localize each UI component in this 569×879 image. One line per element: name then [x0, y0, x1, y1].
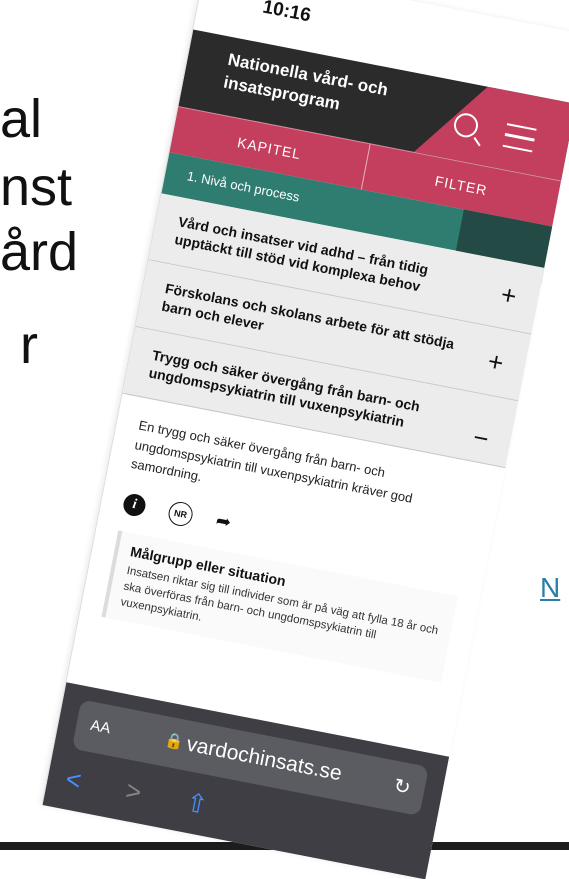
level-label: 1. Nivå och process: [185, 168, 301, 205]
phone-screen: 10:16 Nationella vård- och insatsprogram…: [41, 0, 569, 879]
collapse-minus-icon[interactable]: −: [471, 422, 492, 455]
back-button[interactable]: <: [63, 763, 84, 796]
slide-text-fragment-4: r: [20, 315, 38, 375]
slide-text-fragment-2: nst: [0, 157, 73, 217]
expand-plus-icon[interactable]: +: [485, 345, 507, 378]
expand-plus-icon[interactable]: +: [498, 278, 520, 311]
slide-link-fragment[interactable]: N: [540, 572, 560, 604]
lock-icon: 🔒: [163, 731, 186, 752]
forward-button[interactable]: >: [123, 774, 144, 807]
slide-text-fragment-1: al: [0, 89, 43, 149]
slide-text-fragment-3: ård: [0, 222, 79, 282]
status-time: 10:16: [260, 0, 313, 27]
nr-badge-icon[interactable]: NR: [166, 499, 195, 528]
url-text[interactable]: vardochinsats.se: [184, 733, 344, 787]
share-arrow-icon[interactable]: ➦: [214, 510, 233, 533]
share-button[interactable]: ⇧: [183, 786, 210, 821]
text-size-button[interactable]: AA: [89, 717, 112, 738]
reload-icon[interactable]: ↻: [392, 773, 413, 801]
info-icon[interactable]: i: [121, 491, 148, 518]
